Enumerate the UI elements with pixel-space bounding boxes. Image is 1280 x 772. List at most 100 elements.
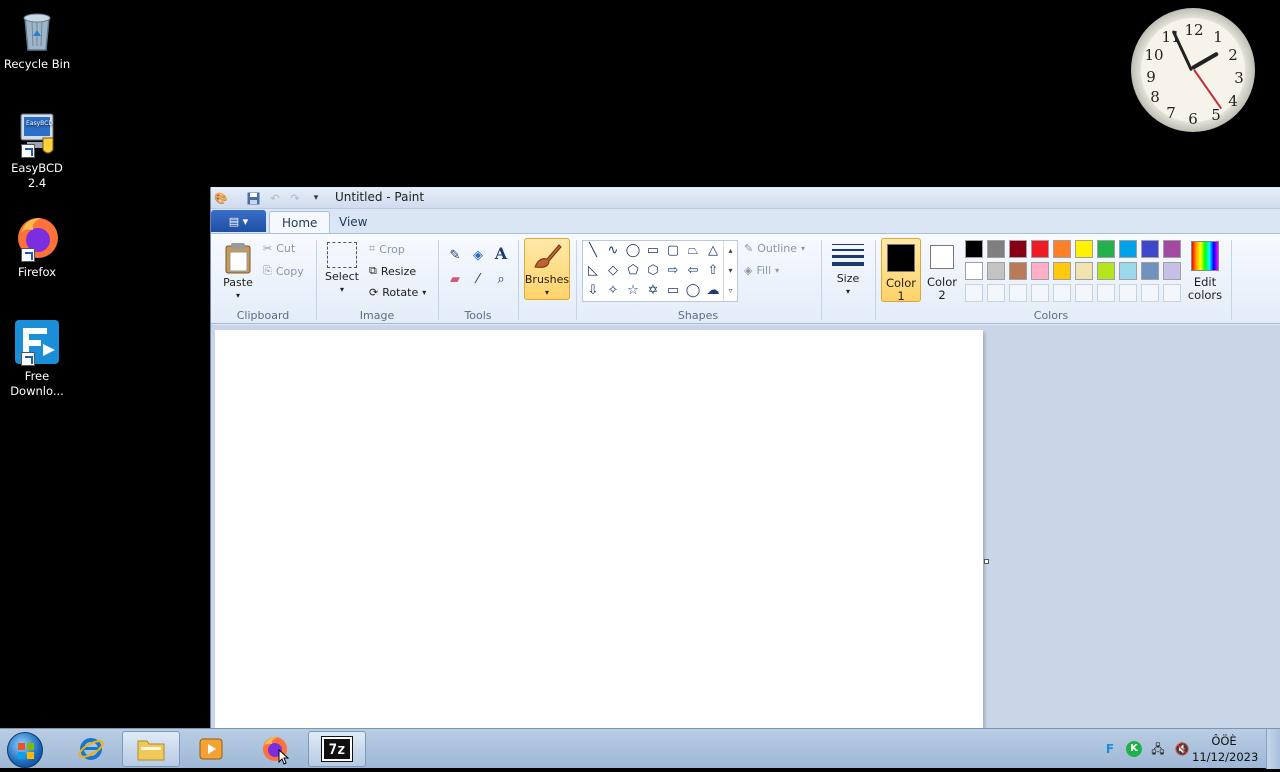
drawing-canvas[interactable] <box>215 330 983 728</box>
right-arrow-shape-icon[interactable]: ⇨ <box>665 263 681 279</box>
cloud-callout-shape-icon[interactable]: ☁ <box>705 283 721 299</box>
palette-swatch[interactable] <box>1031 240 1049 258</box>
file-menu-button[interactable]: ▤ ▾ <box>211 210 266 232</box>
redo-icon[interactable]: ↷ <box>287 190 303 206</box>
tab-view[interactable]: View <box>327 211 379 233</box>
copy-button[interactable]: ⎘ Copy <box>263 264 304 278</box>
five-point-star-shape-icon[interactable]: ☆ <box>625 283 641 299</box>
palette-swatch-empty[interactable] <box>1053 284 1071 302</box>
scroll-up-icon[interactable]: ▴ <box>724 241 737 261</box>
start-button[interactable] <box>7 732 43 768</box>
color-picker-icon[interactable]: ⁄ <box>470 272 486 288</box>
rotate-button[interactable]: ⟳ Rotate ▾ <box>369 286 426 299</box>
outline-button[interactable]: ✎ Outline ▾ <box>744 242 805 255</box>
palette-swatch[interactable] <box>1075 262 1093 280</box>
scroll-down-icon[interactable]: ▾ <box>724 261 737 281</box>
title-bar[interactable]: 🎨 ↶ ↷ ▾ Untitled - Paint <box>211 187 1280 209</box>
curve-shape-icon[interactable]: ∿ <box>605 243 621 259</box>
fill-bucket-icon[interactable]: ◈ <box>470 248 486 264</box>
pentagon-shape-icon[interactable]: ⬠ <box>625 263 641 279</box>
palette-swatch-empty[interactable] <box>1141 284 1159 302</box>
down-arrow-shape-icon[interactable]: ⇩ <box>585 283 601 299</box>
palette-swatch-empty[interactable] <box>1009 284 1027 302</box>
color2-button[interactable]: Color 2 <box>925 238 959 302</box>
paste-button[interactable]: Paste ▾ <box>223 242 253 300</box>
canvas-resize-handle[interactable] <box>984 559 989 564</box>
text-tool-icon[interactable]: A <box>493 246 509 262</box>
palette-swatch[interactable] <box>987 240 1005 258</box>
polygon-shape-icon[interactable]: ⏢ <box>685 243 701 259</box>
palette-swatch[interactable] <box>1141 262 1159 280</box>
palette-swatch-empty[interactable] <box>1163 284 1181 302</box>
palette-swatch[interactable] <box>1053 262 1071 280</box>
palette-swatch-empty[interactable] <box>1097 284 1115 302</box>
tab-home[interactable]: Home <box>269 211 331 233</box>
clock-gadget[interactable]: 12 1 2 3 4 5 6 7 8 9 10 11 <box>1131 8 1255 132</box>
save-icon[interactable] <box>245 190 261 206</box>
color1-button[interactable]: Color 1 <box>881 238 921 303</box>
undo-icon[interactable]: ↶ <box>267 190 283 206</box>
customize-qat-icon[interactable]: ▾ <box>308 190 324 206</box>
palette-swatch[interactable] <box>965 240 983 258</box>
palette-swatch[interactable] <box>1163 240 1181 258</box>
desktop-icon-free-download-manager[interactable]: Free Downlo... <box>2 318 72 399</box>
kaspersky-tray-icon[interactable]: K <box>1126 741 1142 757</box>
fill-button[interactable]: ◈ Fill ▾ <box>744 264 779 277</box>
oval-callout-shape-icon[interactable]: ◯ <box>685 283 701 299</box>
palette-swatch[interactable] <box>1119 240 1137 258</box>
cut-button[interactable]: ✂ Cut <box>263 242 295 255</box>
select-button[interactable]: Select ▾ <box>325 242 359 294</box>
taskbar-file-explorer[interactable] <box>122 731 180 767</box>
palette-swatch-empty[interactable] <box>987 284 1005 302</box>
network-icon[interactable]: 🖧 <box>1150 741 1166 757</box>
gallery-expand-icon[interactable]: ▿ <box>724 281 737 301</box>
desktop-icon-firefox[interactable]: Firefox <box>2 214 72 280</box>
size-button[interactable]: Size ▾ <box>829 242 867 296</box>
diamond-shape-icon[interactable]: ◇ <box>605 263 621 279</box>
taskbar-media-player[interactable] <box>182 731 240 767</box>
resize-button[interactable]: ⧉ Resize <box>369 264 416 278</box>
taskbar-7zip[interactable]: 7z <box>308 731 366 767</box>
hexagon-shape-icon[interactable]: ⬡ <box>645 263 661 279</box>
crop-button[interactable]: ⌗ Crop <box>369 242 405 256</box>
brushes-button[interactable]: Brushes ▾ <box>524 238 570 300</box>
desktop-icon-recycle-bin[interactable]: Recycle Bin <box>2 6 72 72</box>
palette-swatch[interactable] <box>1097 240 1115 258</box>
palette-swatch[interactable] <box>1031 262 1049 280</box>
palette-swatch-empty[interactable] <box>965 284 983 302</box>
six-point-star-shape-icon[interactable]: ✡ <box>645 283 661 299</box>
palette-swatch[interactable] <box>1163 262 1181 280</box>
four-point-star-shape-icon[interactable]: ✧ <box>605 283 621 299</box>
shapes-gallery[interactable]: ╲ ∿ ◯ ▭ ▢ ⏢ △ ◺ ◇ ⬠ ⬡ ⇨ ⇦ ⇧ ⇩ ✧ ☆ ✡ ▭ ◯ … <box>582 240 738 302</box>
magnifier-icon[interactable]: ⌕ <box>493 272 509 288</box>
pencil-icon[interactable]: ✎ <box>447 248 463 264</box>
up-arrow-shape-icon[interactable]: ⇧ <box>705 263 721 279</box>
palette-swatch[interactable] <box>1075 240 1093 258</box>
desktop-icon-easybcd[interactable]: EasyBCD EasyBCD 2.4 <box>2 110 72 191</box>
palette-swatch[interactable] <box>965 262 983 280</box>
rounded-rectangle-shape-icon[interactable]: ▢ <box>665 243 681 259</box>
download-manager-tray-icon[interactable]: F <box>1102 741 1118 757</box>
palette-swatch[interactable] <box>1053 240 1071 258</box>
paint-app-icon[interactable]: 🎨 <box>213 190 229 206</box>
rounded-callout-shape-icon[interactable]: ▭ <box>665 283 681 299</box>
palette-swatch[interactable] <box>1119 262 1137 280</box>
palette-swatch[interactable] <box>1009 262 1027 280</box>
oval-shape-icon[interactable]: ◯ <box>625 243 641 259</box>
rectangle-shape-icon[interactable]: ▭ <box>645 243 661 259</box>
taskbar-firefox[interactable] <box>246 731 304 767</box>
shapes-scroll[interactable]: ▴ ▾ ▿ <box>723 241 737 301</box>
palette-swatch-empty[interactable] <box>1119 284 1137 302</box>
edit-colors-button[interactable]: Edit colors <box>1188 238 1222 302</box>
line-shape-icon[interactable]: ╲ <box>585 243 601 259</box>
palette-swatch[interactable] <box>1141 240 1159 258</box>
left-arrow-shape-icon[interactable]: ⇦ <box>685 263 701 279</box>
eraser-icon[interactable]: ▰ <box>447 272 463 288</box>
palette-swatch[interactable] <box>1097 262 1115 280</box>
right-triangle-shape-icon[interactable]: ◺ <box>585 263 601 279</box>
palette-swatch[interactable] <box>987 262 1005 280</box>
palette-swatch[interactable] <box>1009 240 1027 258</box>
palette-swatch-empty[interactable] <box>1075 284 1093 302</box>
show-desktop-button[interactable] <box>1266 729 1280 769</box>
volume-muted-icon[interactable]: 🔇 <box>1174 741 1190 757</box>
